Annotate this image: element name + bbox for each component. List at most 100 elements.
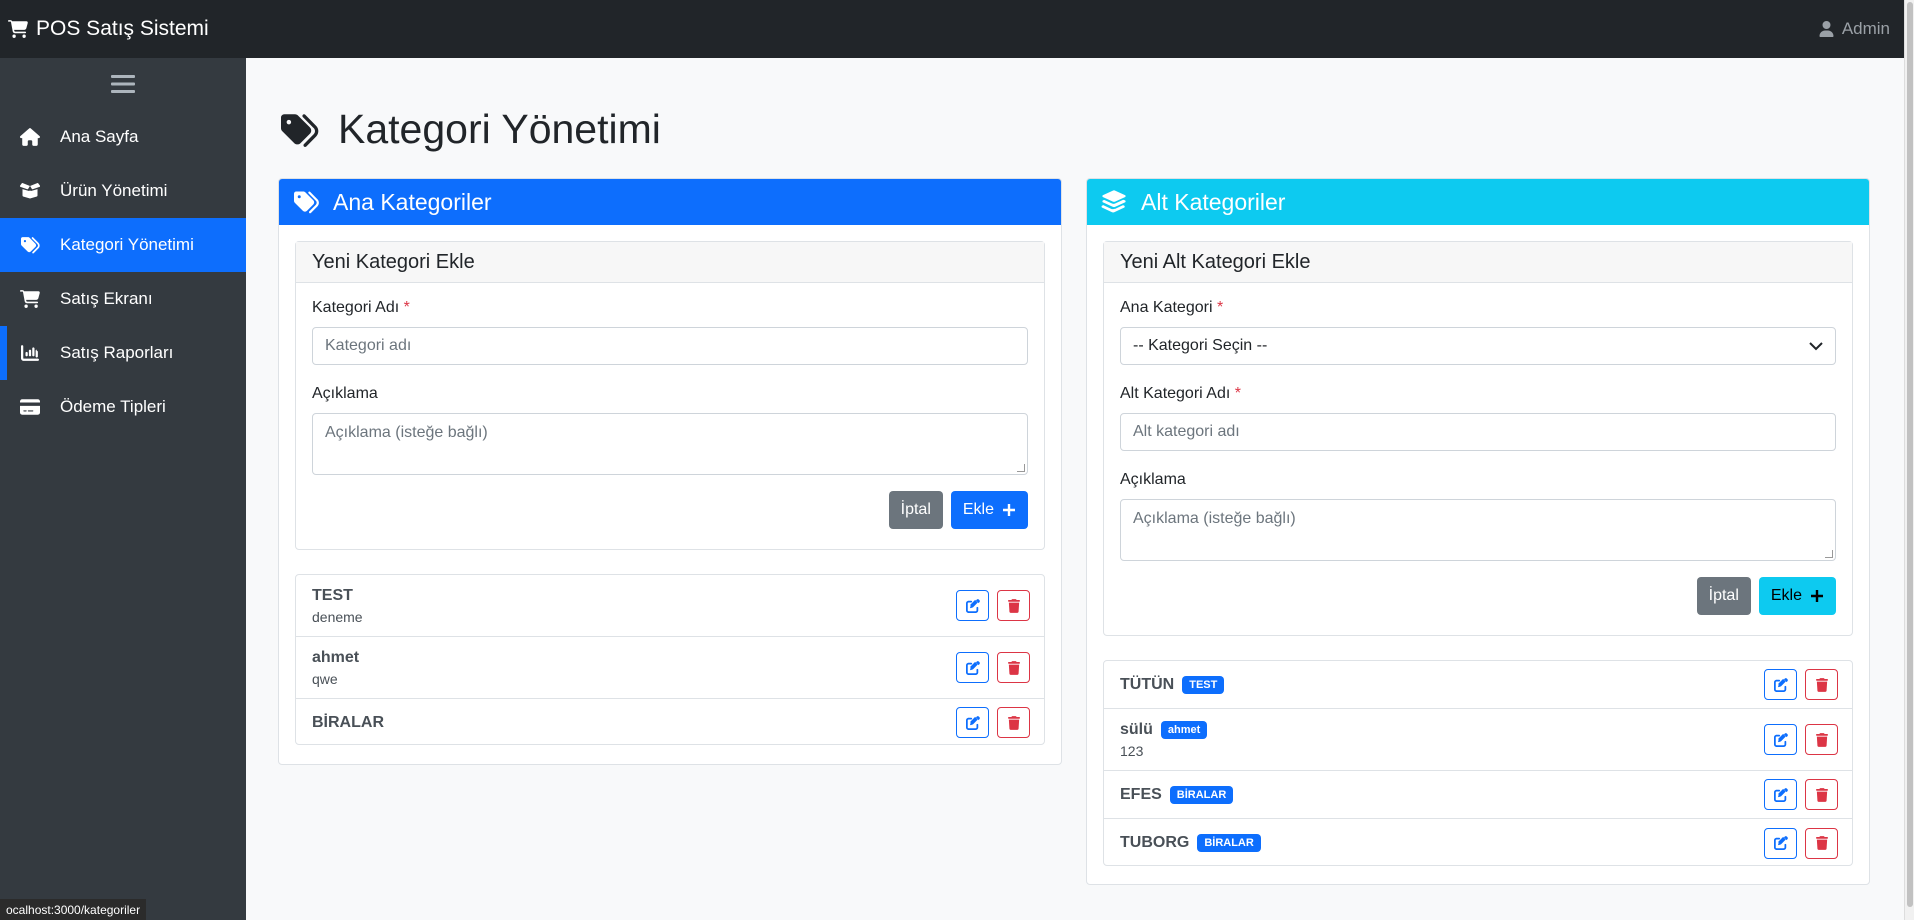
- status-url-tooltip: ocalhost:3000/kategoriler: [0, 899, 147, 920]
- form-title: Yeni Kategori Ekle: [296, 242, 1044, 283]
- edit-icon: [965, 715, 980, 730]
- sidebar-item-categories[interactable]: Kategori Yönetimi: [0, 218, 246, 272]
- parent-category-select[interactable]: -- Kategori Seçin --: [1120, 327, 1836, 365]
- credit-card-icon: [20, 399, 40, 415]
- resize-handle[interactable]: [1825, 550, 1833, 558]
- delete-button[interactable]: [1805, 724, 1838, 755]
- sidebar: Ana Sayfa Ürün Yönetimi Kategori Yönetim…: [0, 58, 246, 920]
- subcategory-list: TÜTÜN TEST sülü ahmet 123 EFES BİRALAR T…: [1103, 660, 1853, 866]
- trash-icon: [1007, 660, 1020, 675]
- edit-icon: [1773, 677, 1788, 692]
- card-title: Alt Kategoriler: [1141, 188, 1286, 215]
- description-label: Açıklama: [1120, 471, 1186, 488]
- sidebar-item-label: Ürün Yönetimi: [60, 181, 168, 200]
- edit-button[interactable]: [1764, 827, 1797, 859]
- parent-badge: ahmet: [1160, 720, 1208, 739]
- parent-category-label: Ana Kategori *: [1120, 299, 1224, 316]
- sidebar-item-label: Ana Sayfa: [60, 127, 139, 146]
- description-textarea[interactable]: Açıklama (isteğe bağlı): [1120, 499, 1836, 561]
- add-button[interactable]: Ekle: [1758, 577, 1836, 615]
- box-icon: [20, 182, 40, 199]
- item-name: BİRALAR: [312, 713, 384, 731]
- item-name: sülü: [1120, 720, 1153, 738]
- category-name-input[interactable]: Kategori adı: [312, 327, 1028, 365]
- item-name: EFES: [1120, 785, 1162, 803]
- card-header: Alt Kategoriler: [1087, 179, 1869, 225]
- delete-button[interactable]: [997, 590, 1030, 621]
- chart-icon: [21, 345, 39, 361]
- item-desc: 123: [1120, 742, 1144, 759]
- plus-icon: [1003, 504, 1015, 516]
- parent-badge: BİRALAR: [1197, 834, 1261, 852]
- trash-icon: [1815, 732, 1828, 747]
- tags-icon: [21, 237, 40, 254]
- delete-button[interactable]: [1805, 779, 1838, 810]
- delete-button[interactable]: [1805, 827, 1838, 859]
- item-desc: qwe: [312, 670, 338, 687]
- list-item: sülü ahmet 123: [1104, 709, 1852, 771]
- description-label: Açıklama: [312, 385, 378, 402]
- page-title: Kategori Yönetimi: [278, 106, 661, 153]
- subcategory-name-input[interactable]: Alt kategori adı: [1120, 413, 1836, 451]
- edit-button[interactable]: [1764, 724, 1797, 755]
- active-marker: [0, 218, 7, 272]
- sidebar-item-sales[interactable]: Satış Ekranı: [0, 272, 246, 326]
- cancel-button[interactable]: İptal: [888, 491, 943, 529]
- edit-icon: [1773, 836, 1788, 850]
- category-name-label: Kategori Adı *: [312, 299, 410, 316]
- edit-button[interactable]: [956, 590, 989, 621]
- sidebar-item-label: Kategori Yönetimi: [60, 235, 194, 254]
- layers-icon: [1101, 190, 1126, 213]
- list-item: EFES BİRALAR: [1104, 771, 1852, 819]
- category-list: TEST deneme ahmet qwe BİRALAR: [295, 574, 1045, 745]
- hamburger-icon: [111, 75, 135, 93]
- add-button[interactable]: Ekle: [950, 491, 1028, 529]
- plus-icon: [1811, 590, 1823, 602]
- item-name: TEST: [312, 586, 353, 604]
- chevron-down-icon: [1809, 341, 1823, 350]
- scrollbar-thumb[interactable]: [1907, 2, 1913, 907]
- user-menu[interactable]: Admin: [1819, 19, 1890, 39]
- delete-button[interactable]: [1805, 669, 1838, 700]
- user-name: Admin: [1841, 19, 1890, 38]
- edit-icon: [965, 598, 980, 613]
- brand[interactable]: POS Satış Sistemi: [8, 17, 209, 41]
- form-title: Yeni Alt Kategori Ekle: [1104, 242, 1852, 283]
- list-item: ahmet qwe: [296, 637, 1044, 699]
- edit-button[interactable]: [956, 707, 989, 738]
- trash-icon: [1007, 598, 1020, 613]
- trash-icon: [1815, 677, 1828, 692]
- delete-button[interactable]: [997, 707, 1030, 738]
- add-subcategory-form: Yeni Alt Kategori Ekle Ana Kategori * --…: [1103, 241, 1853, 636]
- hover-marker: [0, 326, 7, 380]
- card-title: Ana Kategoriler: [333, 188, 492, 215]
- item-name: TÜTÜN: [1120, 675, 1175, 693]
- page-scrollbar[interactable]: [1904, 0, 1914, 920]
- edit-button[interactable]: [1764, 669, 1797, 700]
- sidebar-item-products[interactable]: Ürün Yönetimi: [0, 164, 246, 218]
- list-item: BİRALAR: [296, 699, 1044, 746]
- brand-name: POS Satış Sistemi: [36, 17, 209, 40]
- description-textarea[interactable]: Açıklama (isteğe bağlı): [312, 413, 1028, 475]
- home-icon: [20, 128, 40, 146]
- main-content: Kategori Yönetimi Ana Kategoriler Yeni K…: [246, 58, 1904, 920]
- user-icon: [1819, 21, 1834, 37]
- tags-icon: [281, 113, 319, 147]
- edit-icon: [965, 660, 980, 675]
- item-name: TUBORG: [1120, 834, 1190, 851]
- edit-button[interactable]: [1764, 779, 1797, 810]
- sidebar-item-payment-types[interactable]: Ödeme Tipleri: [0, 380, 246, 434]
- sidebar-item-home[interactable]: Ana Sayfa: [0, 110, 246, 164]
- add-category-form: Yeni Kategori Ekle Kategori Adı * Katego…: [295, 241, 1045, 550]
- delete-button[interactable]: [997, 652, 1030, 683]
- trash-icon: [1815, 836, 1828, 850]
- resize-handle[interactable]: [1017, 464, 1025, 472]
- sidebar-item-reports[interactable]: Satış Raporları: [0, 326, 246, 380]
- edit-button[interactable]: [956, 652, 989, 683]
- list-item: TUBORG BİRALAR: [1104, 819, 1852, 867]
- sidebar-item-label: Satış Ekranı: [60, 289, 153, 308]
- cancel-button[interactable]: İptal: [1696, 577, 1751, 615]
- main-categories-card: Ana Kategoriler Yeni Kategori Ekle Kateg…: [278, 178, 1062, 765]
- sidebar-toggle[interactable]: [0, 58, 246, 110]
- tags-icon: [294, 191, 319, 214]
